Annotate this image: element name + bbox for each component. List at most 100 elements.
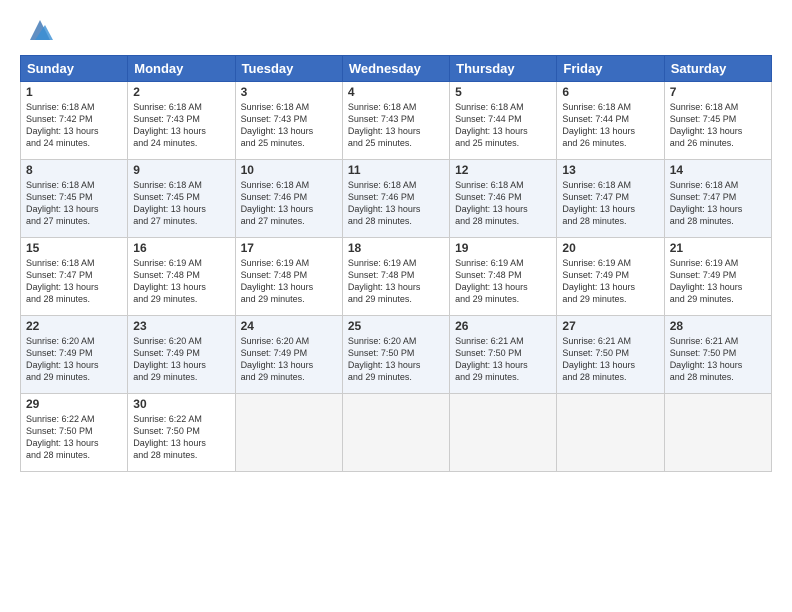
- day-cell-5: 5 Sunrise: 6:18 AM Sunset: 7:44 PM Dayli…: [450, 82, 557, 160]
- week-row-4: 22 Sunrise: 6:20 AM Sunset: 7:49 PM Dayl…: [21, 316, 772, 394]
- day-cell-27: 27 Sunrise: 6:21 AM Sunset: 7:50 PM Dayl…: [557, 316, 664, 394]
- day-cell-23: 23 Sunrise: 6:20 AM Sunset: 7:49 PM Dayl…: [128, 316, 235, 394]
- day-info: Sunrise: 6:18 AM Sunset: 7:43 PM Dayligh…: [133, 101, 229, 150]
- day-number: 7: [670, 85, 766, 99]
- day-cell-13: 13 Sunrise: 6:18 AM Sunset: 7:47 PM Dayl…: [557, 160, 664, 238]
- day-info: Sunrise: 6:19 AM Sunset: 7:49 PM Dayligh…: [562, 257, 658, 306]
- day-header-thursday: Thursday: [450, 56, 557, 82]
- day-header-saturday: Saturday: [664, 56, 771, 82]
- day-cell-6: 6 Sunrise: 6:18 AM Sunset: 7:44 PM Dayli…: [557, 82, 664, 160]
- day-cell-18: 18 Sunrise: 6:19 AM Sunset: 7:48 PM Dayl…: [342, 238, 449, 316]
- header: [20, 15, 772, 45]
- day-number: 16: [133, 241, 229, 255]
- day-header-wednesday: Wednesday: [342, 56, 449, 82]
- day-cell-11: 11 Sunrise: 6:18 AM Sunset: 7:46 PM Dayl…: [342, 160, 449, 238]
- week-row-3: 15 Sunrise: 6:18 AM Sunset: 7:47 PM Dayl…: [21, 238, 772, 316]
- day-cell-24: 24 Sunrise: 6:20 AM Sunset: 7:49 PM Dayl…: [235, 316, 342, 394]
- week-row-2: 8 Sunrise: 6:18 AM Sunset: 7:45 PM Dayli…: [21, 160, 772, 238]
- day-cell-12: 12 Sunrise: 6:18 AM Sunset: 7:46 PM Dayl…: [450, 160, 557, 238]
- day-info: Sunrise: 6:18 AM Sunset: 7:45 PM Dayligh…: [133, 179, 229, 228]
- day-number: 13: [562, 163, 658, 177]
- day-number: 29: [26, 397, 122, 411]
- day-header-tuesday: Tuesday: [235, 56, 342, 82]
- day-cell-3: 3 Sunrise: 6:18 AM Sunset: 7:43 PM Dayli…: [235, 82, 342, 160]
- day-cell-21: 21 Sunrise: 6:19 AM Sunset: 7:49 PM Dayl…: [664, 238, 771, 316]
- day-number: 4: [348, 85, 444, 99]
- day-cell-15: 15 Sunrise: 6:18 AM Sunset: 7:47 PM Dayl…: [21, 238, 128, 316]
- day-number: 6: [562, 85, 658, 99]
- day-info: Sunrise: 6:20 AM Sunset: 7:50 PM Dayligh…: [348, 335, 444, 384]
- day-number: 27: [562, 319, 658, 333]
- header-row: SundayMondayTuesdayWednesdayThursdayFrid…: [21, 56, 772, 82]
- day-info: Sunrise: 6:20 AM Sunset: 7:49 PM Dayligh…: [241, 335, 337, 384]
- day-info: Sunrise: 6:19 AM Sunset: 7:48 PM Dayligh…: [348, 257, 444, 306]
- day-info: Sunrise: 6:18 AM Sunset: 7:45 PM Dayligh…: [26, 179, 122, 228]
- day-number: 26: [455, 319, 551, 333]
- day-cell-1: 1 Sunrise: 6:18 AM Sunset: 7:42 PM Dayli…: [21, 82, 128, 160]
- day-number: 22: [26, 319, 122, 333]
- day-cell-10: 10 Sunrise: 6:18 AM Sunset: 7:46 PM Dayl…: [235, 160, 342, 238]
- day-cell-7: 7 Sunrise: 6:18 AM Sunset: 7:45 PM Dayli…: [664, 82, 771, 160]
- day-number: 12: [455, 163, 551, 177]
- day-number: 14: [670, 163, 766, 177]
- logo: [20, 15, 55, 45]
- day-number: 8: [26, 163, 122, 177]
- day-cell-29: 29 Sunrise: 6:22 AM Sunset: 7:50 PM Dayl…: [21, 394, 128, 472]
- day-number: 10: [241, 163, 337, 177]
- day-info: Sunrise: 6:18 AM Sunset: 7:43 PM Dayligh…: [241, 101, 337, 150]
- day-info: Sunrise: 6:19 AM Sunset: 7:48 PM Dayligh…: [133, 257, 229, 306]
- day-number: 30: [133, 397, 229, 411]
- empty-cell: [557, 394, 664, 472]
- day-number: 11: [348, 163, 444, 177]
- day-info: Sunrise: 6:22 AM Sunset: 7:50 PM Dayligh…: [133, 413, 229, 462]
- day-number: 17: [241, 241, 337, 255]
- day-info: Sunrise: 6:22 AM Sunset: 7:50 PM Dayligh…: [26, 413, 122, 462]
- day-cell-17: 17 Sunrise: 6:19 AM Sunset: 7:48 PM Dayl…: [235, 238, 342, 316]
- calendar-body: 1 Sunrise: 6:18 AM Sunset: 7:42 PM Dayli…: [21, 82, 772, 472]
- day-info: Sunrise: 6:20 AM Sunset: 7:49 PM Dayligh…: [133, 335, 229, 384]
- day-info: Sunrise: 6:18 AM Sunset: 7:47 PM Dayligh…: [670, 179, 766, 228]
- day-number: 24: [241, 319, 337, 333]
- day-header-friday: Friday: [557, 56, 664, 82]
- day-cell-28: 28 Sunrise: 6:21 AM Sunset: 7:50 PM Dayl…: [664, 316, 771, 394]
- day-cell-2: 2 Sunrise: 6:18 AM Sunset: 7:43 PM Dayli…: [128, 82, 235, 160]
- day-info: Sunrise: 6:18 AM Sunset: 7:42 PM Dayligh…: [26, 101, 122, 150]
- day-header-sunday: Sunday: [21, 56, 128, 82]
- day-info: Sunrise: 6:20 AM Sunset: 7:49 PM Dayligh…: [26, 335, 122, 384]
- day-cell-26: 26 Sunrise: 6:21 AM Sunset: 7:50 PM Dayl…: [450, 316, 557, 394]
- logo-icon: [25, 15, 55, 45]
- day-info: Sunrise: 6:21 AM Sunset: 7:50 PM Dayligh…: [670, 335, 766, 384]
- day-cell-19: 19 Sunrise: 6:19 AM Sunset: 7:48 PM Dayl…: [450, 238, 557, 316]
- day-cell-30: 30 Sunrise: 6:22 AM Sunset: 7:50 PM Dayl…: [128, 394, 235, 472]
- day-info: Sunrise: 6:18 AM Sunset: 7:45 PM Dayligh…: [670, 101, 766, 150]
- week-row-5: 29 Sunrise: 6:22 AM Sunset: 7:50 PM Dayl…: [21, 394, 772, 472]
- day-info: Sunrise: 6:18 AM Sunset: 7:44 PM Dayligh…: [562, 101, 658, 150]
- day-info: Sunrise: 6:18 AM Sunset: 7:44 PM Dayligh…: [455, 101, 551, 150]
- day-cell-20: 20 Sunrise: 6:19 AM Sunset: 7:49 PM Dayl…: [557, 238, 664, 316]
- day-info: Sunrise: 6:18 AM Sunset: 7:46 PM Dayligh…: [455, 179, 551, 228]
- calendar: SundayMondayTuesdayWednesdayThursdayFrid…: [20, 55, 772, 472]
- day-number: 25: [348, 319, 444, 333]
- day-info: Sunrise: 6:19 AM Sunset: 7:49 PM Dayligh…: [670, 257, 766, 306]
- empty-cell: [664, 394, 771, 472]
- day-cell-8: 8 Sunrise: 6:18 AM Sunset: 7:45 PM Dayli…: [21, 160, 128, 238]
- week-row-1: 1 Sunrise: 6:18 AM Sunset: 7:42 PM Dayli…: [21, 82, 772, 160]
- day-info: Sunrise: 6:18 AM Sunset: 7:43 PM Dayligh…: [348, 101, 444, 150]
- day-number: 9: [133, 163, 229, 177]
- day-info: Sunrise: 6:21 AM Sunset: 7:50 PM Dayligh…: [562, 335, 658, 384]
- day-number: 28: [670, 319, 766, 333]
- day-info: Sunrise: 6:18 AM Sunset: 7:47 PM Dayligh…: [26, 257, 122, 306]
- day-number: 21: [670, 241, 766, 255]
- day-header-monday: Monday: [128, 56, 235, 82]
- day-number: 15: [26, 241, 122, 255]
- day-cell-9: 9 Sunrise: 6:18 AM Sunset: 7:45 PM Dayli…: [128, 160, 235, 238]
- day-number: 20: [562, 241, 658, 255]
- day-cell-14: 14 Sunrise: 6:18 AM Sunset: 7:47 PM Dayl…: [664, 160, 771, 238]
- day-cell-16: 16 Sunrise: 6:19 AM Sunset: 7:48 PM Dayl…: [128, 238, 235, 316]
- calendar-header: SundayMondayTuesdayWednesdayThursdayFrid…: [21, 56, 772, 82]
- day-number: 18: [348, 241, 444, 255]
- empty-cell: [450, 394, 557, 472]
- day-number: 3: [241, 85, 337, 99]
- day-info: Sunrise: 6:18 AM Sunset: 7:46 PM Dayligh…: [348, 179, 444, 228]
- day-number: 5: [455, 85, 551, 99]
